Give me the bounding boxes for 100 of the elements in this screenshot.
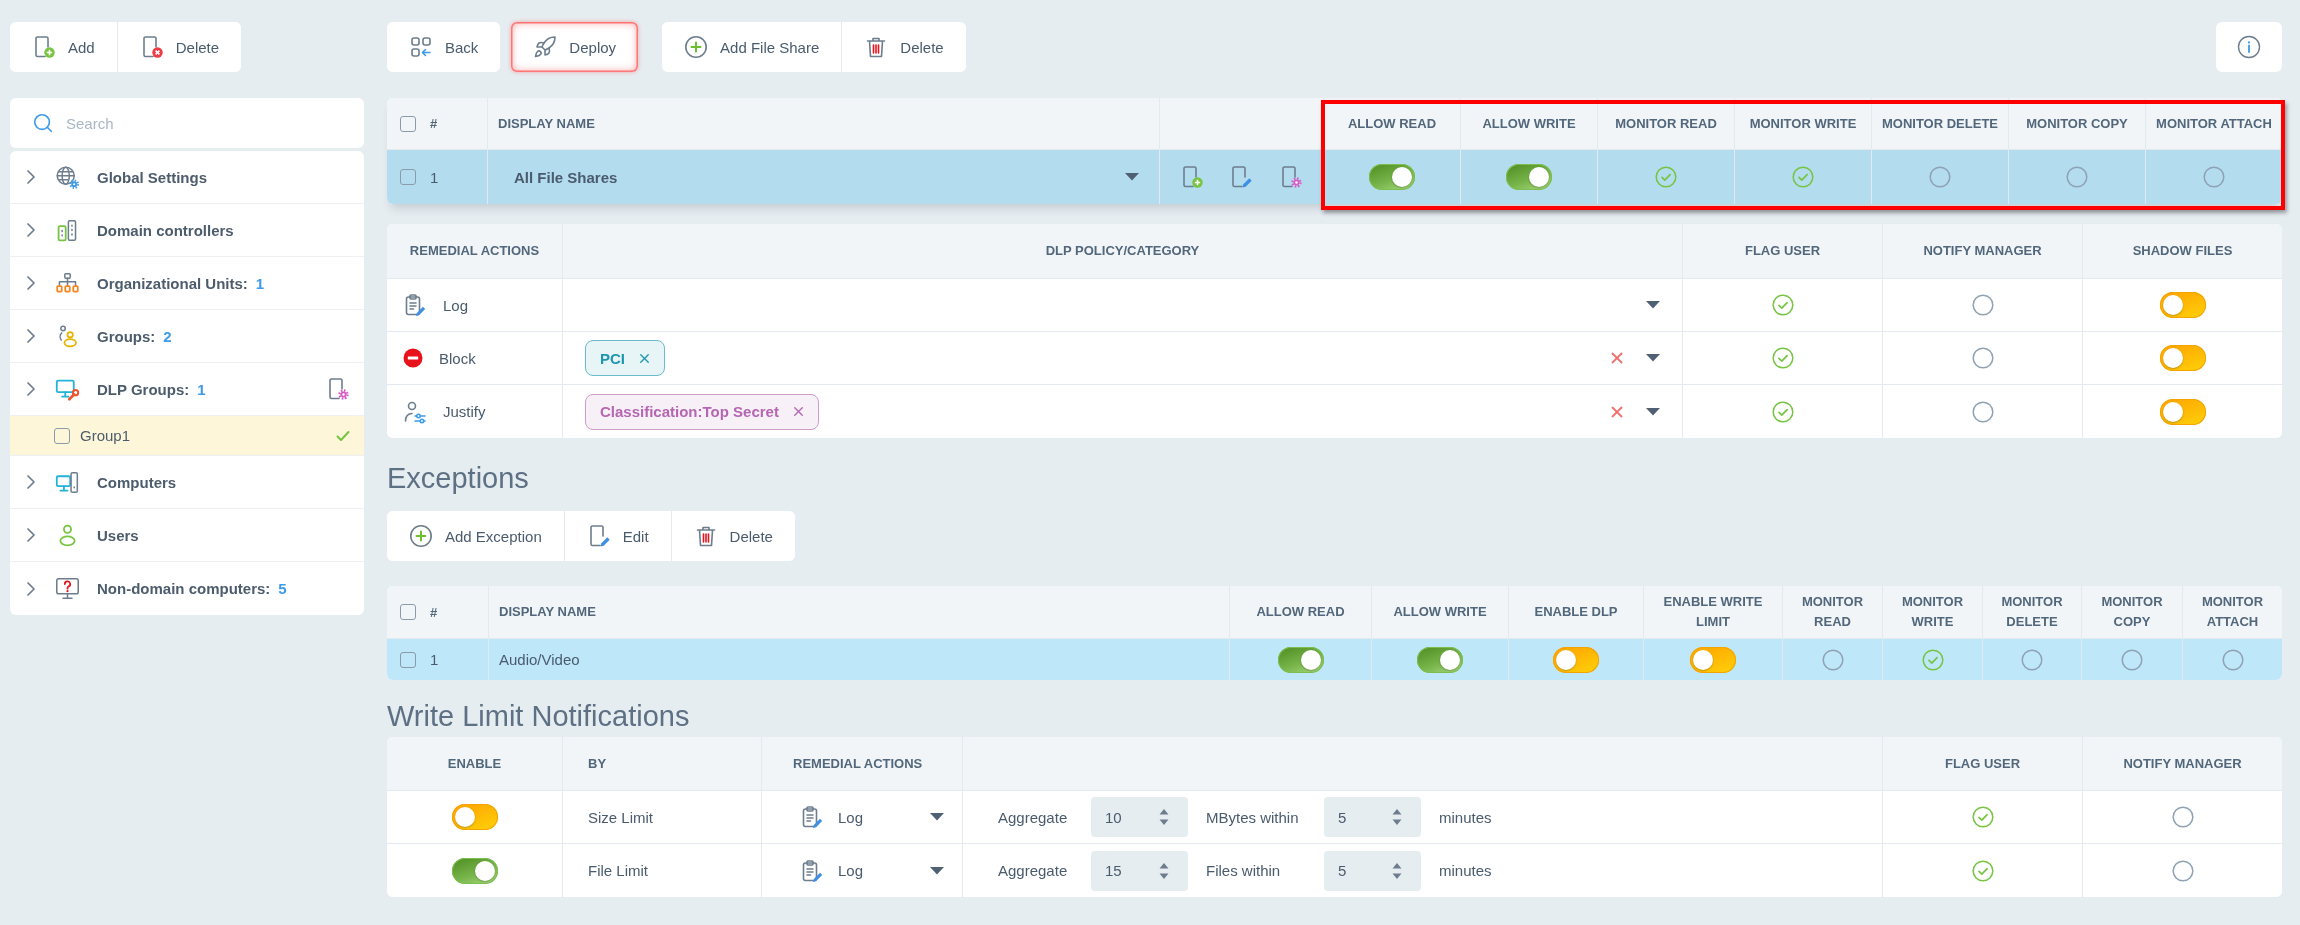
tree-item[interactable]: Global Settings bbox=[10, 151, 364, 204]
round-checkbox[interactable] bbox=[2066, 166, 2088, 188]
toggle-switch[interactable] bbox=[451, 857, 498, 884]
action-select[interactable]: Log bbox=[800, 850, 944, 891]
round-checkbox[interactable] bbox=[1929, 166, 1951, 188]
round-checkbox[interactable] bbox=[2021, 648, 2043, 671]
globe-settings-icon bbox=[55, 164, 80, 190]
round-checkbox[interactable] bbox=[1792, 166, 1814, 188]
round-checkbox[interactable] bbox=[2121, 648, 2143, 671]
number-field[interactable]: 5 bbox=[1324, 850, 1421, 891]
round-checkbox[interactable] bbox=[2221, 648, 2244, 671]
checkbox[interactable] bbox=[400, 651, 416, 668]
toggle-switch[interactable] bbox=[2159, 345, 2206, 371]
tree-item-label[interactable]: Domain controllers bbox=[97, 221, 234, 239]
document-settings-icon[interactable] bbox=[1279, 165, 1304, 189]
chevron-right-icon[interactable] bbox=[27, 223, 35, 237]
search-box[interactable]: Search bbox=[10, 98, 364, 148]
toggle-switch[interactable] bbox=[1690, 646, 1736, 673]
toggle-switch[interactable] bbox=[1506, 164, 1552, 190]
number-field[interactable]: 15 bbox=[1091, 850, 1188, 891]
round-checkbox[interactable] bbox=[1655, 166, 1677, 188]
round-checkbox[interactable] bbox=[1971, 347, 1994, 369]
select-all-checkbox[interactable] bbox=[400, 604, 416, 620]
tree-item[interactable]: Users bbox=[10, 509, 364, 562]
round-checkbox[interactable] bbox=[1771, 294, 1794, 316]
deploy-button[interactable]: Deploy bbox=[511, 22, 639, 72]
spinner-arrows-icon[interactable] bbox=[1159, 861, 1169, 880]
checkbox[interactable] bbox=[400, 169, 416, 185]
tree-item-label[interactable]: Computers bbox=[97, 473, 177, 491]
tree-item-label[interactable]: DLP Groups: bbox=[97, 380, 190, 398]
caret-down-icon[interactable] bbox=[1646, 354, 1660, 362]
number-field[interactable]: 5 bbox=[1324, 797, 1421, 837]
tree-item[interactable]: Computers bbox=[10, 456, 364, 509]
edit-document-icon[interactable] bbox=[1229, 165, 1254, 189]
tree-item-label[interactable]: Users bbox=[97, 526, 139, 544]
share-name[interactable]: All File Shares bbox=[514, 168, 618, 186]
round-checkbox[interactable] bbox=[1971, 806, 1994, 828]
chevron-right-icon[interactable] bbox=[27, 581, 35, 596]
toggle-switch[interactable] bbox=[451, 804, 498, 830]
tree-item[interactable]: Organizational Units: 1 bbox=[10, 257, 364, 310]
caret-down-icon[interactable] bbox=[1125, 173, 1139, 181]
delete-button[interactable]: Delete bbox=[670, 511, 795, 561]
document-settings-icon[interactable] bbox=[326, 377, 350, 401]
caret-down-icon[interactable] bbox=[930, 813, 944, 821]
round-checkbox[interactable] bbox=[1921, 648, 1944, 671]
clipboard-edit-icon bbox=[403, 293, 427, 317]
caret-down-icon[interactable] bbox=[930, 866, 944, 875]
round-checkbox[interactable] bbox=[1971, 294, 1994, 316]
toggle-switch[interactable] bbox=[1277, 646, 1324, 673]
caret-down-icon[interactable] bbox=[1646, 407, 1660, 416]
round-checkbox[interactable] bbox=[1771, 400, 1794, 423]
round-checkbox[interactable] bbox=[1771, 347, 1794, 369]
toggle-switch[interactable] bbox=[1417, 646, 1463, 673]
select-all-checkbox[interactable] bbox=[400, 115, 416, 132]
round-checkbox[interactable] bbox=[1971, 859, 1994, 882]
round-checkbox[interactable] bbox=[2171, 859, 2194, 882]
checkbox[interactable] bbox=[54, 427, 70, 444]
grid-arrow-icon bbox=[409, 35, 433, 59]
toggle-switch[interactable] bbox=[1553, 646, 1599, 673]
delete-button[interactable]: Delete bbox=[116, 22, 242, 72]
tree-item-label[interactable]: Groups: bbox=[97, 327, 156, 345]
tree-item-label[interactable]: Global Settings bbox=[97, 168, 207, 186]
chevron-right-icon[interactable] bbox=[27, 528, 35, 542]
round-checkbox[interactable] bbox=[1821, 648, 1844, 671]
search-input[interactable]: Search bbox=[66, 106, 346, 140]
spinner-arrows-icon[interactable] bbox=[1392, 861, 1402, 880]
chevron-right-icon[interactable] bbox=[27, 276, 35, 290]
caret-down-icon[interactable] bbox=[1646, 301, 1660, 309]
tree-item-label[interactable]: Organizational Units: bbox=[97, 274, 248, 292]
back-button[interactable]: Back bbox=[387, 22, 501, 72]
tree-item[interactable]: Domain controllers bbox=[10, 204, 364, 257]
spinner-arrows-icon[interactable] bbox=[1392, 808, 1402, 826]
chevron-right-icon[interactable] bbox=[27, 170, 35, 184]
column-header: ALLOW WRITE bbox=[1460, 98, 1597, 149]
chevron-right-icon[interactable] bbox=[27, 329, 35, 343]
round-checkbox[interactable] bbox=[2203, 166, 2225, 188]
delete-button[interactable]: Delete bbox=[841, 22, 966, 72]
tree-item[interactable]: Groups: 2 bbox=[10, 310, 364, 363]
number-field[interactable]: 10 bbox=[1091, 797, 1188, 837]
chevron-right-icon[interactable] bbox=[27, 475, 35, 489]
table-row[interactable]: 1 All File Shares bbox=[387, 150, 2282, 204]
spinner-arrows-icon[interactable] bbox=[1159, 808, 1169, 826]
info-button[interactable] bbox=[2216, 22, 2282, 72]
user-sliders-icon bbox=[403, 399, 427, 424]
tree-item[interactable]: Non-domain computers: 5 bbox=[10, 562, 364, 615]
column-header: MONITOR DELETE bbox=[1871, 98, 2008, 149]
round-checkbox[interactable] bbox=[1971, 400, 1994, 423]
column-header: NOTIFY MANAGER bbox=[2082, 737, 2282, 790]
chevron-right-icon[interactable] bbox=[27, 382, 35, 396]
tree-item-label[interactable]: Group1 bbox=[80, 427, 131, 444]
tree-item-label[interactable]: Non-domain computers: bbox=[97, 580, 271, 597]
column-header: DISPLAY NAME bbox=[487, 98, 1159, 149]
tree-item[interactable]: Group1 bbox=[10, 416, 364, 456]
toggle-switch[interactable] bbox=[2159, 292, 2206, 318]
round-checkbox[interactable] bbox=[2171, 806, 2194, 828]
table-row[interactable]: 1 Audio/Video bbox=[387, 639, 2282, 680]
add-document-icon bbox=[32, 35, 56, 59]
action-select[interactable]: Log bbox=[800, 797, 944, 837]
toggle-switch[interactable] bbox=[2159, 398, 2206, 425]
toggle-switch[interactable] bbox=[1369, 164, 1415, 190]
